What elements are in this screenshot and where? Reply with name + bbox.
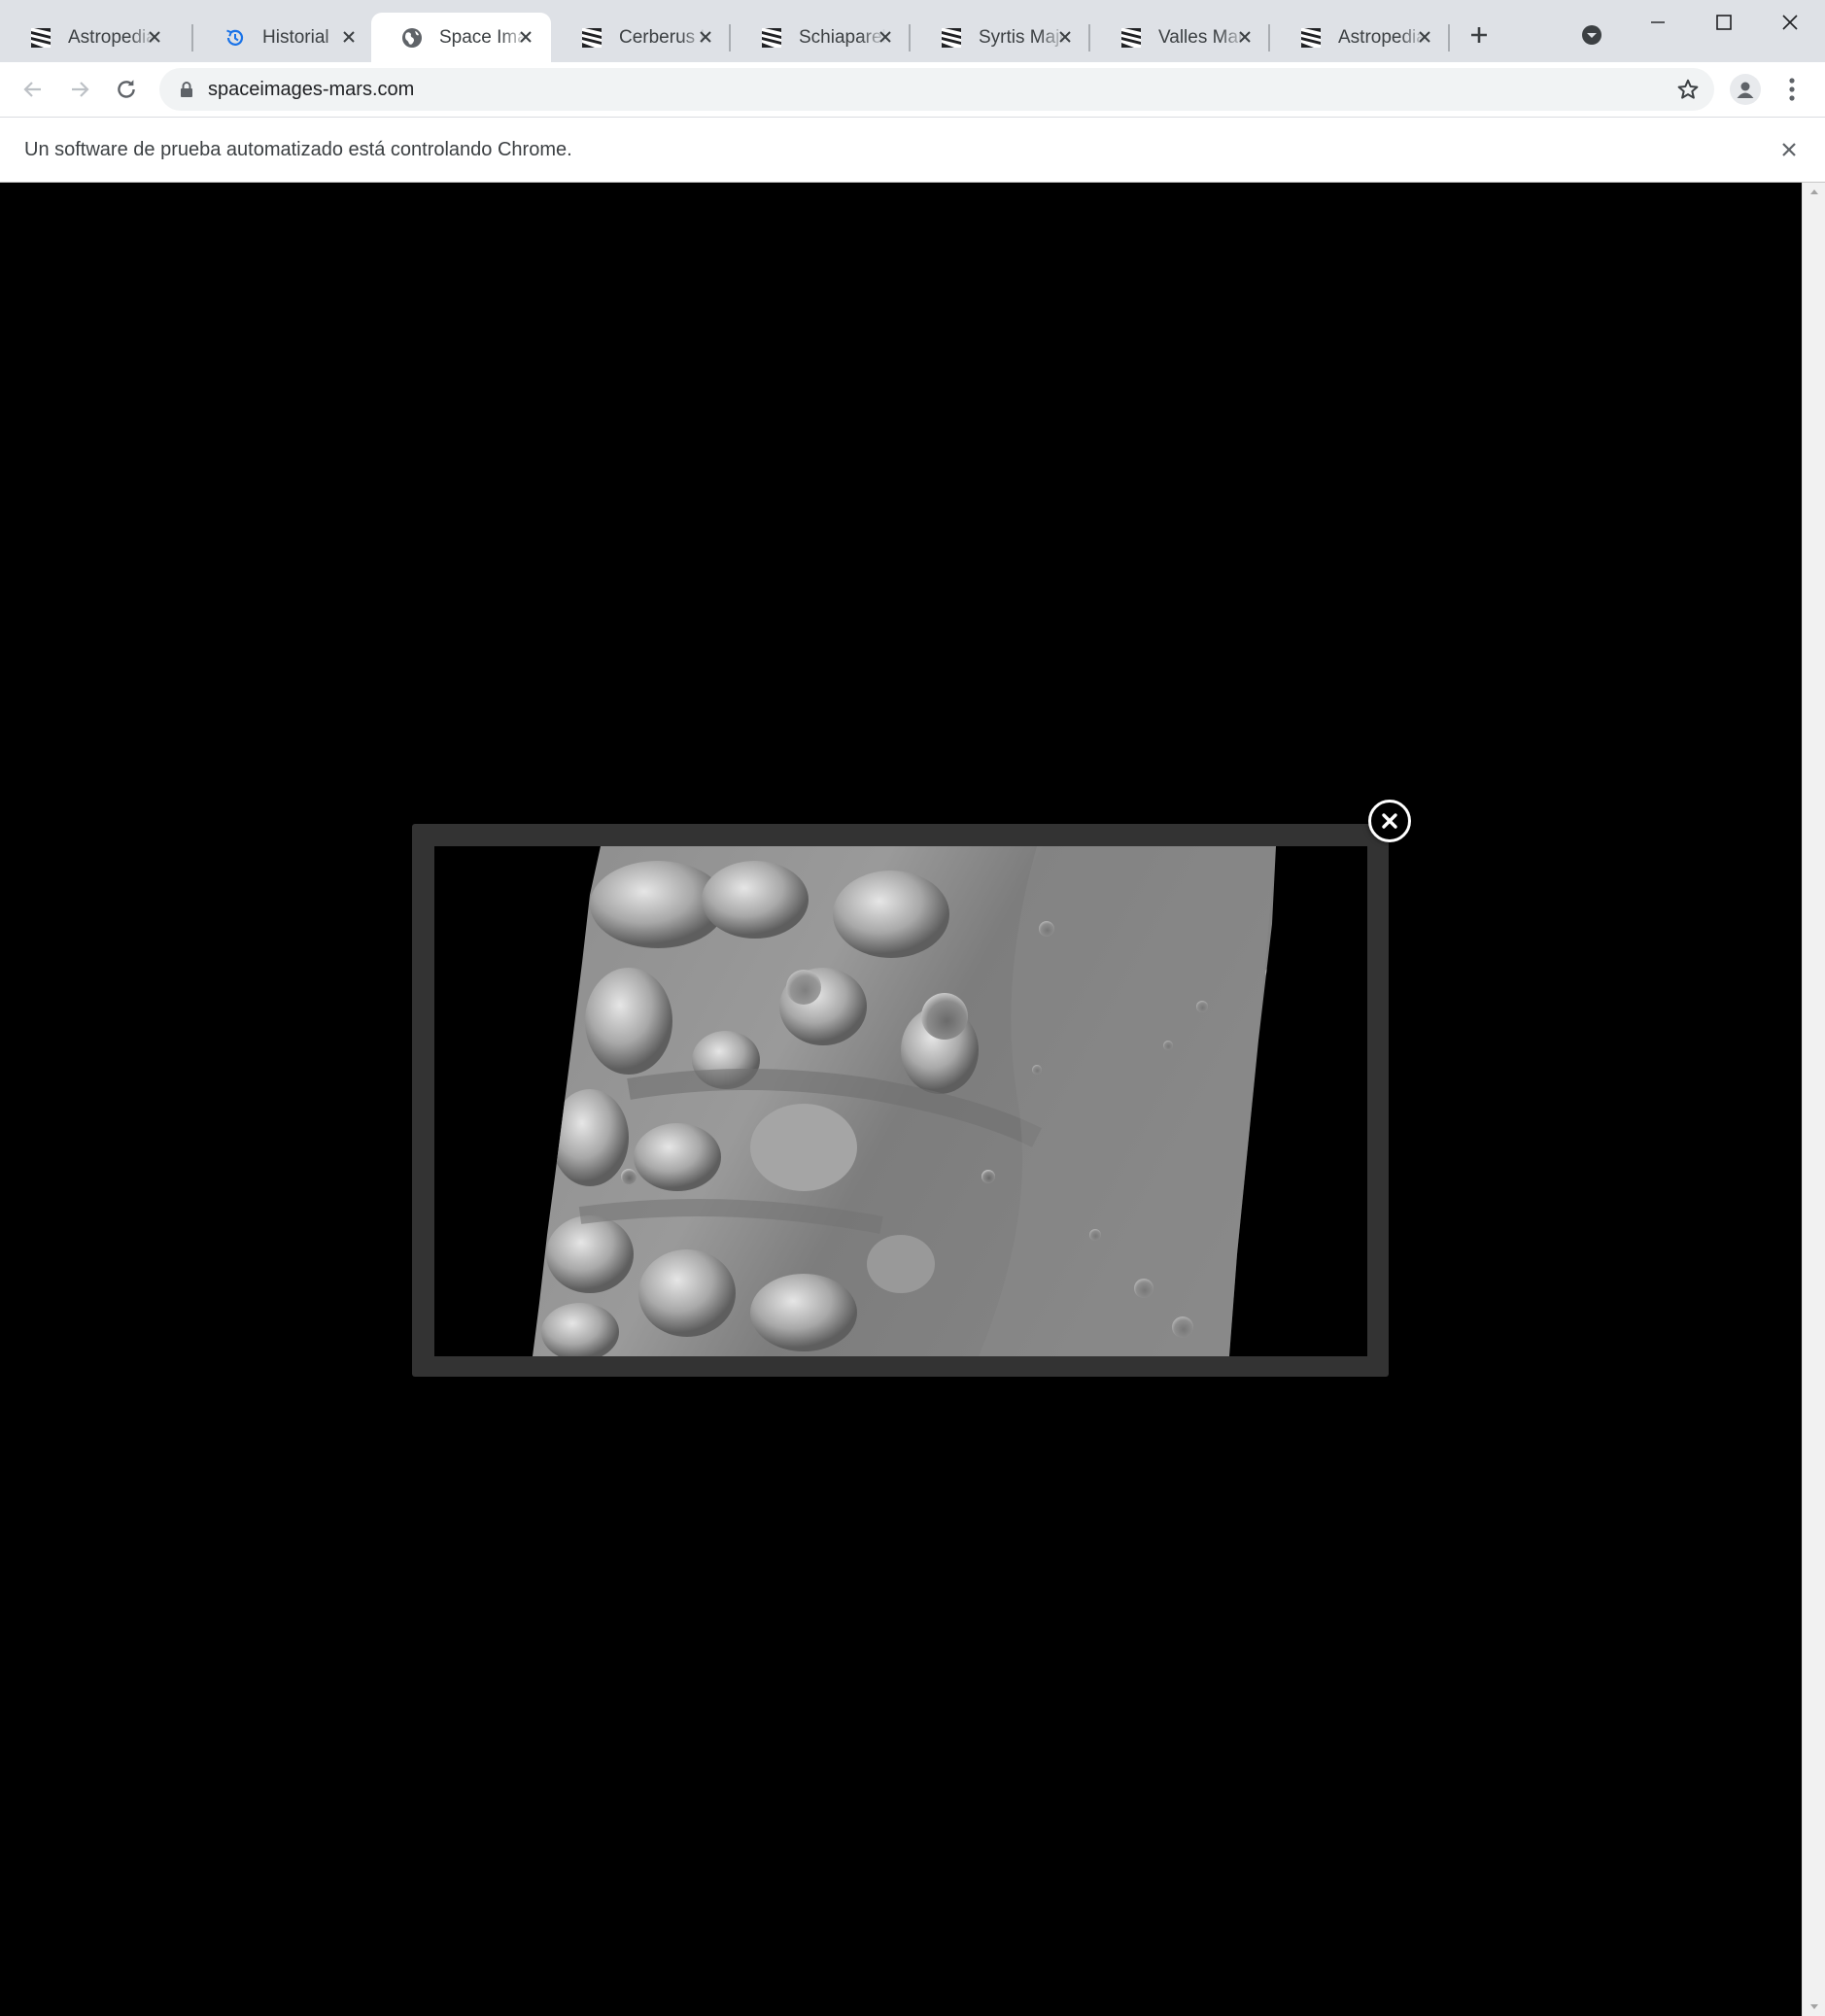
infobar-close-icon[interactable] [1776, 137, 1802, 162]
tab-close-icon[interactable] [1053, 25, 1077, 49]
tab-close-icon[interactable] [694, 25, 717, 49]
tab-separator [191, 24, 193, 51]
address-bar[interactable]: spaceimages-mars.com [159, 68, 1714, 111]
vertical-scrollbar[interactable] [1802, 183, 1825, 2016]
astropedia-favicon-icon [1299, 26, 1323, 50]
tab-space-images[interactable]: Space Images [371, 13, 551, 62]
tab-astropedia-1[interactable]: Astropedia [0, 13, 180, 62]
minimize-icon [1651, 21, 1665, 23]
scroll-up-arrow-icon [1810, 189, 1818, 194]
plus-icon [1471, 27, 1487, 43]
new-tab-button[interactable] [1465, 21, 1493, 49]
reload-button[interactable] [109, 72, 144, 107]
minimize-button[interactable] [1625, 0, 1691, 45]
reload-icon [118, 80, 135, 98]
mars-surface-image [434, 846, 1367, 1356]
mars-image-graphic [434, 846, 1367, 1356]
arrow-left-icon [23, 82, 41, 97]
maximize-icon [1716, 15, 1732, 30]
back-button[interactable] [16, 72, 51, 107]
browser-window: Astropedia Historial Space Images [0, 0, 1825, 2016]
scroll-down-arrow-icon [1810, 2004, 1818, 2009]
close-icon [1782, 15, 1798, 30]
tab-close-icon[interactable] [514, 25, 537, 49]
tab-astropedia-2[interactable]: Astropedia [1270, 13, 1450, 62]
tab-close-icon[interactable] [143, 25, 166, 49]
bookmark-star-icon[interactable] [1675, 77, 1701, 102]
arrow-right-icon [72, 82, 89, 97]
tab-historial[interactable]: Historial [194, 13, 374, 62]
chevron-down-circle-icon [1582, 25, 1601, 45]
lock-icon [177, 80, 196, 99]
astropedia-favicon-icon [29, 26, 52, 50]
page-content [0, 183, 1802, 2016]
infobar-message: Un software de prueba automatizado está … [24, 139, 572, 160]
tab-close-icon[interactable] [1413, 25, 1436, 49]
tab-schiaparelli[interactable]: Schiaparelli Hemisphere [731, 13, 911, 62]
person-icon [1737, 82, 1754, 98]
forward-button[interactable] [62, 72, 97, 107]
automation-infobar: Un software de prueba automatizado está … [0, 117, 1825, 183]
tab-close-icon[interactable] [337, 25, 361, 49]
toolbar: spaceimages-mars.com [0, 62, 1825, 117]
tab-cerberus[interactable]: Cerberus Hemisphere [551, 13, 731, 62]
menu-kebab-icon[interactable] [1780, 74, 1804, 105]
tab-valles-marineris[interactable]: Valles Marineris Hemisphere [1090, 13, 1270, 62]
lightbox-close-button[interactable] [1368, 800, 1411, 842]
tab-close-icon[interactable] [874, 25, 897, 49]
astropedia-favicon-icon [1119, 26, 1143, 50]
maximize-button[interactable] [1691, 0, 1757, 45]
tab-strip: Astropedia Historial Space Images [0, 0, 1825, 62]
globe-icon [400, 26, 424, 50]
url-text[interactable]: spaceimages-mars.com [208, 79, 414, 101]
tab-syrtis-major[interactable]: Syrtis Major Hemisphere [911, 13, 1090, 62]
tab-close-icon[interactable] [1233, 25, 1257, 49]
tab-separator [1448, 24, 1450, 51]
astropedia-favicon-icon [940, 26, 963, 50]
close-window-button[interactable] [1757, 0, 1823, 45]
tab-search-button[interactable] [1578, 21, 1605, 49]
close-circle-icon [1382, 813, 1397, 829]
astropedia-favicon-icon [760, 26, 783, 50]
history-icon [224, 26, 247, 50]
image-lightbox [412, 824, 1389, 1377]
astropedia-favicon-icon [580, 26, 603, 50]
profile-avatar[interactable] [1730, 74, 1761, 105]
